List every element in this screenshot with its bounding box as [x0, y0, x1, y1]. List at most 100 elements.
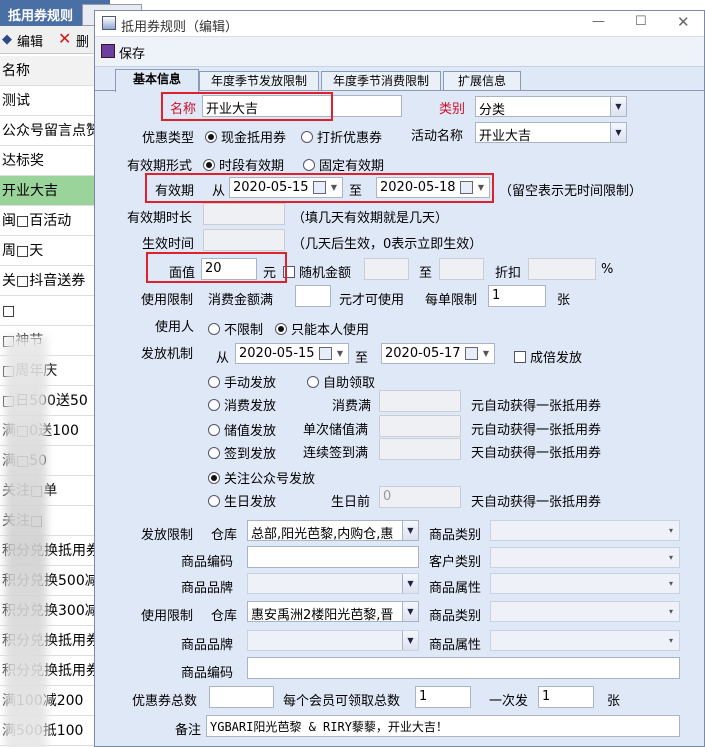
activity-select[interactable]: 开业大吉 ▼	[475, 122, 627, 143]
per-order-input[interactable]: 1	[488, 285, 546, 307]
issue-from-date[interactable]: 2020-05-15 ▼	[235, 343, 349, 364]
yuan-label: 元	[263, 266, 277, 281]
edit-button[interactable]: 编辑	[17, 31, 43, 50]
close-button[interactable]: ✕	[677, 13, 690, 31]
issue-goods-category-label: 商品类别	[429, 528, 482, 543]
checkbox-icon	[283, 266, 295, 278]
category-select[interactable]: 分类 ▼	[475, 96, 627, 117]
consume-full-input[interactable]	[379, 390, 461, 412]
issue-goods-brand-select[interactable]: ▼	[247, 573, 419, 594]
chevron-down-icon[interactable]: ▾	[663, 631, 679, 650]
list-item[interactable]: 达标奖	[0, 146, 95, 176]
use-goods-code-input[interactable]	[247, 657, 680, 679]
discount-input[interactable]	[528, 258, 596, 280]
calendar-icon[interactable]	[460, 181, 473, 194]
tab-extended-info[interactable]: 扩展信息	[443, 71, 521, 91]
list-item[interactable]: 公众号留言点赞	[0, 116, 95, 146]
use-goods-category-select[interactable]: ▾	[490, 601, 680, 622]
radio-cash-coupon[interactable]: 现金抵用券	[205, 127, 286, 146]
face-value-input[interactable]: 20	[201, 258, 257, 280]
radio-discount-coupon[interactable]: 打折优惠券	[301, 127, 382, 146]
issue-warehouse-select[interactable]: 总部,阳光芭黎,内购仓,惠 ▼	[247, 520, 419, 541]
chevron-down-icon[interactable]: ▼	[402, 574, 418, 593]
valid-from-date[interactable]: 2020-05-15 ▼	[229, 177, 343, 198]
save-button[interactable]: 保存	[119, 43, 145, 62]
valid-to-date[interactable]: 2020-05-18 ▼	[376, 177, 490, 198]
radio-self-only[interactable]: 只能本人使用	[275, 319, 369, 338]
random-min-input[interactable]	[364, 258, 409, 280]
dialog-toolbar: 保存	[95, 37, 704, 67]
tab-consume-limit[interactable]: 年度季节消费限制	[321, 71, 441, 91]
calendar-icon[interactable]	[465, 347, 478, 360]
duration-input[interactable]	[203, 203, 285, 225]
use-goods-brand-select[interactable]: ▼	[247, 630, 419, 651]
use-goods-brand-label: 商品品牌	[181, 638, 234, 653]
use-goods-attr-select[interactable]: ▾	[490, 630, 680, 651]
name-label: 名称	[170, 102, 197, 117]
chevron-down-icon[interactable]: ▼	[610, 97, 626, 116]
calendar-icon[interactable]	[319, 347, 332, 360]
chevron-down-icon[interactable]: ▼	[402, 602, 418, 621]
issue-goods-code-input[interactable]	[247, 546, 419, 568]
radio-birthday-issue[interactable]: 生日发放	[208, 491, 276, 510]
list-item[interactable]: 开业大吉	[0, 176, 95, 206]
consume-amount-input[interactable]	[295, 285, 331, 307]
issue-goods-attr-select[interactable]: ▾	[490, 573, 680, 594]
chevron-down-icon[interactable]: ▼	[473, 178, 489, 197]
once-issue-input[interactable]: 1	[538, 686, 594, 708]
customer-category-select[interactable]: ▾	[490, 547, 680, 568]
random-max-input[interactable]	[439, 258, 484, 280]
radio-no-limit[interactable]: 不限制	[208, 319, 263, 338]
remark-input[interactable]: YGBARI阳光芭黎 & RIRY藜藜，开业大吉！	[206, 715, 680, 737]
radio-store-issue[interactable]: 储值发放	[208, 420, 276, 439]
issue-from-label: 从	[216, 351, 230, 366]
issue-goods-category-select[interactable]: ▾	[490, 520, 680, 541]
list-item[interactable]: 测试	[0, 86, 95, 116]
chevron-down-icon[interactable]: ▾	[663, 548, 679, 567]
chevron-down-icon[interactable]: ▼	[478, 344, 494, 363]
coupon-total-input[interactable]	[209, 686, 274, 708]
use-warehouse-select[interactable]: 惠安禹洲2楼阳光芭黎,晋 ▼	[247, 601, 419, 622]
radio-signin-issue[interactable]: 签到发放	[208, 443, 276, 462]
chevron-down-icon[interactable]: ▾	[663, 521, 679, 540]
consecutive-input[interactable]	[379, 438, 461, 460]
maximize-button[interactable]: ☐	[635, 14, 647, 29]
radio-on-icon	[205, 131, 217, 143]
use-goods-code-label: 商品编码	[181, 666, 234, 681]
radio-fixed-validity[interactable]: 固定有效期	[303, 155, 384, 174]
chevron-down-icon[interactable]: ▼	[402, 521, 418, 540]
radio-manual-issue[interactable]: 手动发放	[208, 372, 276, 391]
list-item[interactable]: 关□抖音送券	[0, 266, 95, 296]
use-warehouse-label: 仓库	[211, 609, 238, 624]
name-input[interactable]: 开业大吉	[202, 95, 402, 117]
coupon-total-label: 优惠券总数	[132, 694, 198, 709]
random-amount-checkbox[interactable]: 随机金额	[283, 262, 351, 281]
chevron-down-icon[interactable]: ▼	[326, 178, 342, 197]
chevron-down-icon[interactable]: ▼	[610, 123, 626, 142]
radio-period-validity[interactable]: 时段有效期	[203, 155, 284, 174]
per-order-unit: 张	[557, 293, 571, 308]
radio-follow-issue[interactable]: 关注公众号发放	[208, 468, 315, 487]
list-item[interactable]: 闽□百活动	[0, 206, 95, 236]
list-item[interactable]: 周□天	[0, 236, 95, 266]
issue-to-date[interactable]: 2020-05-17 ▼	[381, 343, 495, 364]
calendar-icon[interactable]	[313, 181, 326, 194]
chevron-down-icon[interactable]: ▼	[402, 631, 418, 650]
tab-issue-limit[interactable]: 年度季节发放限制	[199, 71, 319, 91]
birthday-before-input[interactable]: 0	[379, 486, 461, 508]
single-store-input[interactable]	[379, 415, 461, 437]
birthday-before-label: 生日前	[331, 495, 371, 510]
per-member-input[interactable]: 1	[415, 686, 471, 708]
effective-input[interactable]	[203, 229, 285, 251]
list-item[interactable]: □	[0, 296, 95, 326]
tab-basic-info[interactable]: 基本信息	[115, 69, 199, 92]
radio-self-claim[interactable]: 自助领取	[307, 372, 375, 391]
radio-consume-issue[interactable]: 消费发放	[208, 395, 276, 414]
minimize-button[interactable]: —	[592, 14, 605, 29]
chevron-down-icon[interactable]: ▾	[663, 602, 679, 621]
delete-button[interactable]: 删	[76, 31, 89, 50]
chevron-down-icon[interactable]: ▾	[663, 574, 679, 593]
list-header: 名称	[0, 56, 95, 86]
double-issue-checkbox[interactable]: 成倍发放	[514, 347, 582, 366]
chevron-down-icon[interactable]: ▼	[332, 344, 348, 363]
